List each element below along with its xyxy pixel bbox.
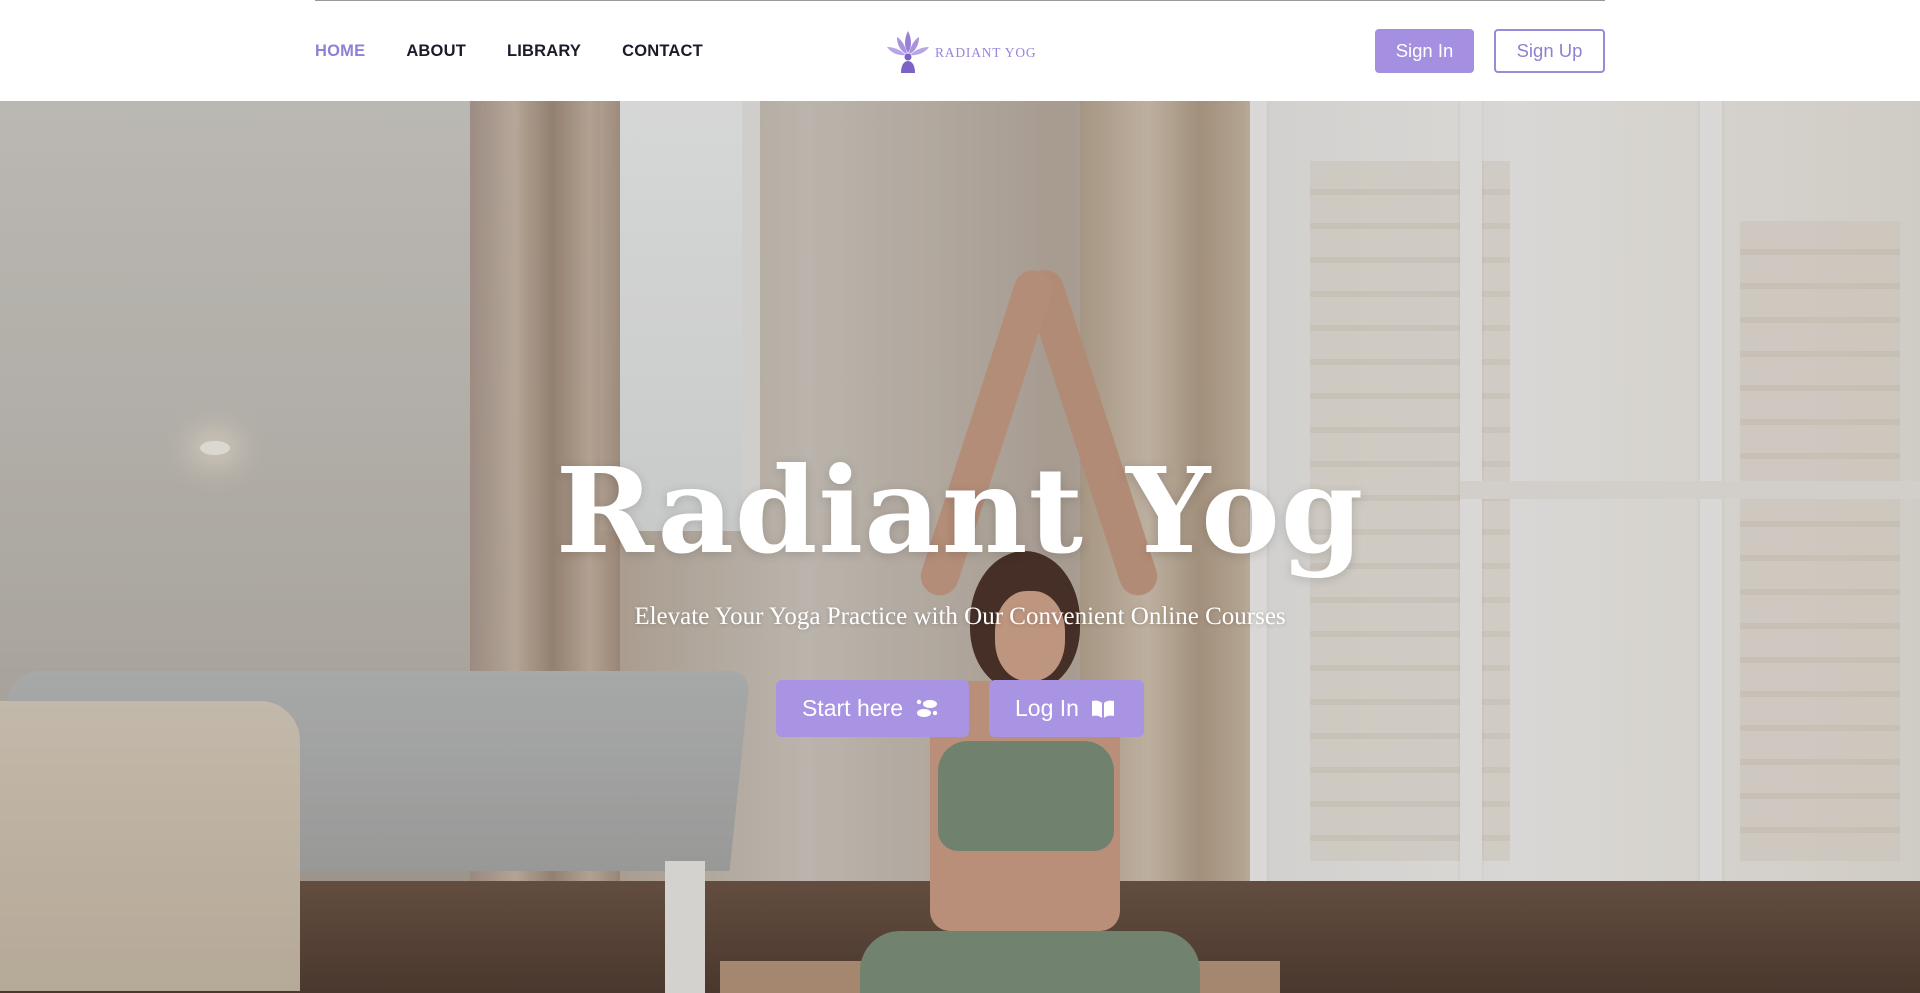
log-in-label: Log In xyxy=(1015,695,1079,721)
site-header: HOME ABOUT LIBRARY CONTACT RADIANT YOG S… xyxy=(0,0,1920,101)
hero-title: Radiant Yog xyxy=(555,441,1365,580)
start-here-button[interactable]: Start here xyxy=(776,680,969,737)
nav-about[interactable]: ABOUT xyxy=(406,41,466,61)
start-here-label: Start here xyxy=(802,695,903,721)
site-logo[interactable]: RADIANT YOG xyxy=(877,27,1036,75)
logo-text: RADIANT YOG xyxy=(935,45,1037,60)
hero-actions: Start here Log In xyxy=(776,680,1144,737)
hero-subtitle: Elevate Your Yoga Practice with Our Conv… xyxy=(634,603,1286,630)
header-top-line xyxy=(315,0,1605,1)
open-book-icon xyxy=(1091,700,1114,718)
sign-in-button[interactable]: Sign In xyxy=(1375,29,1474,73)
nav-library[interactable]: LIBRARY xyxy=(507,41,581,61)
main-nav: HOME ABOUT LIBRARY CONTACT xyxy=(315,41,744,61)
sign-up-button[interactable]: Sign Up xyxy=(1494,29,1605,73)
hero-section: Radiant Yog Elevate Your Yoga Practice w… xyxy=(0,101,1920,993)
footprints-icon xyxy=(916,699,938,717)
lotus-meditation-icon xyxy=(887,31,929,73)
nav-home[interactable]: HOME xyxy=(315,41,365,61)
log-in-button[interactable]: Log In xyxy=(989,680,1144,737)
nav-contact[interactable]: CONTACT xyxy=(622,41,703,61)
